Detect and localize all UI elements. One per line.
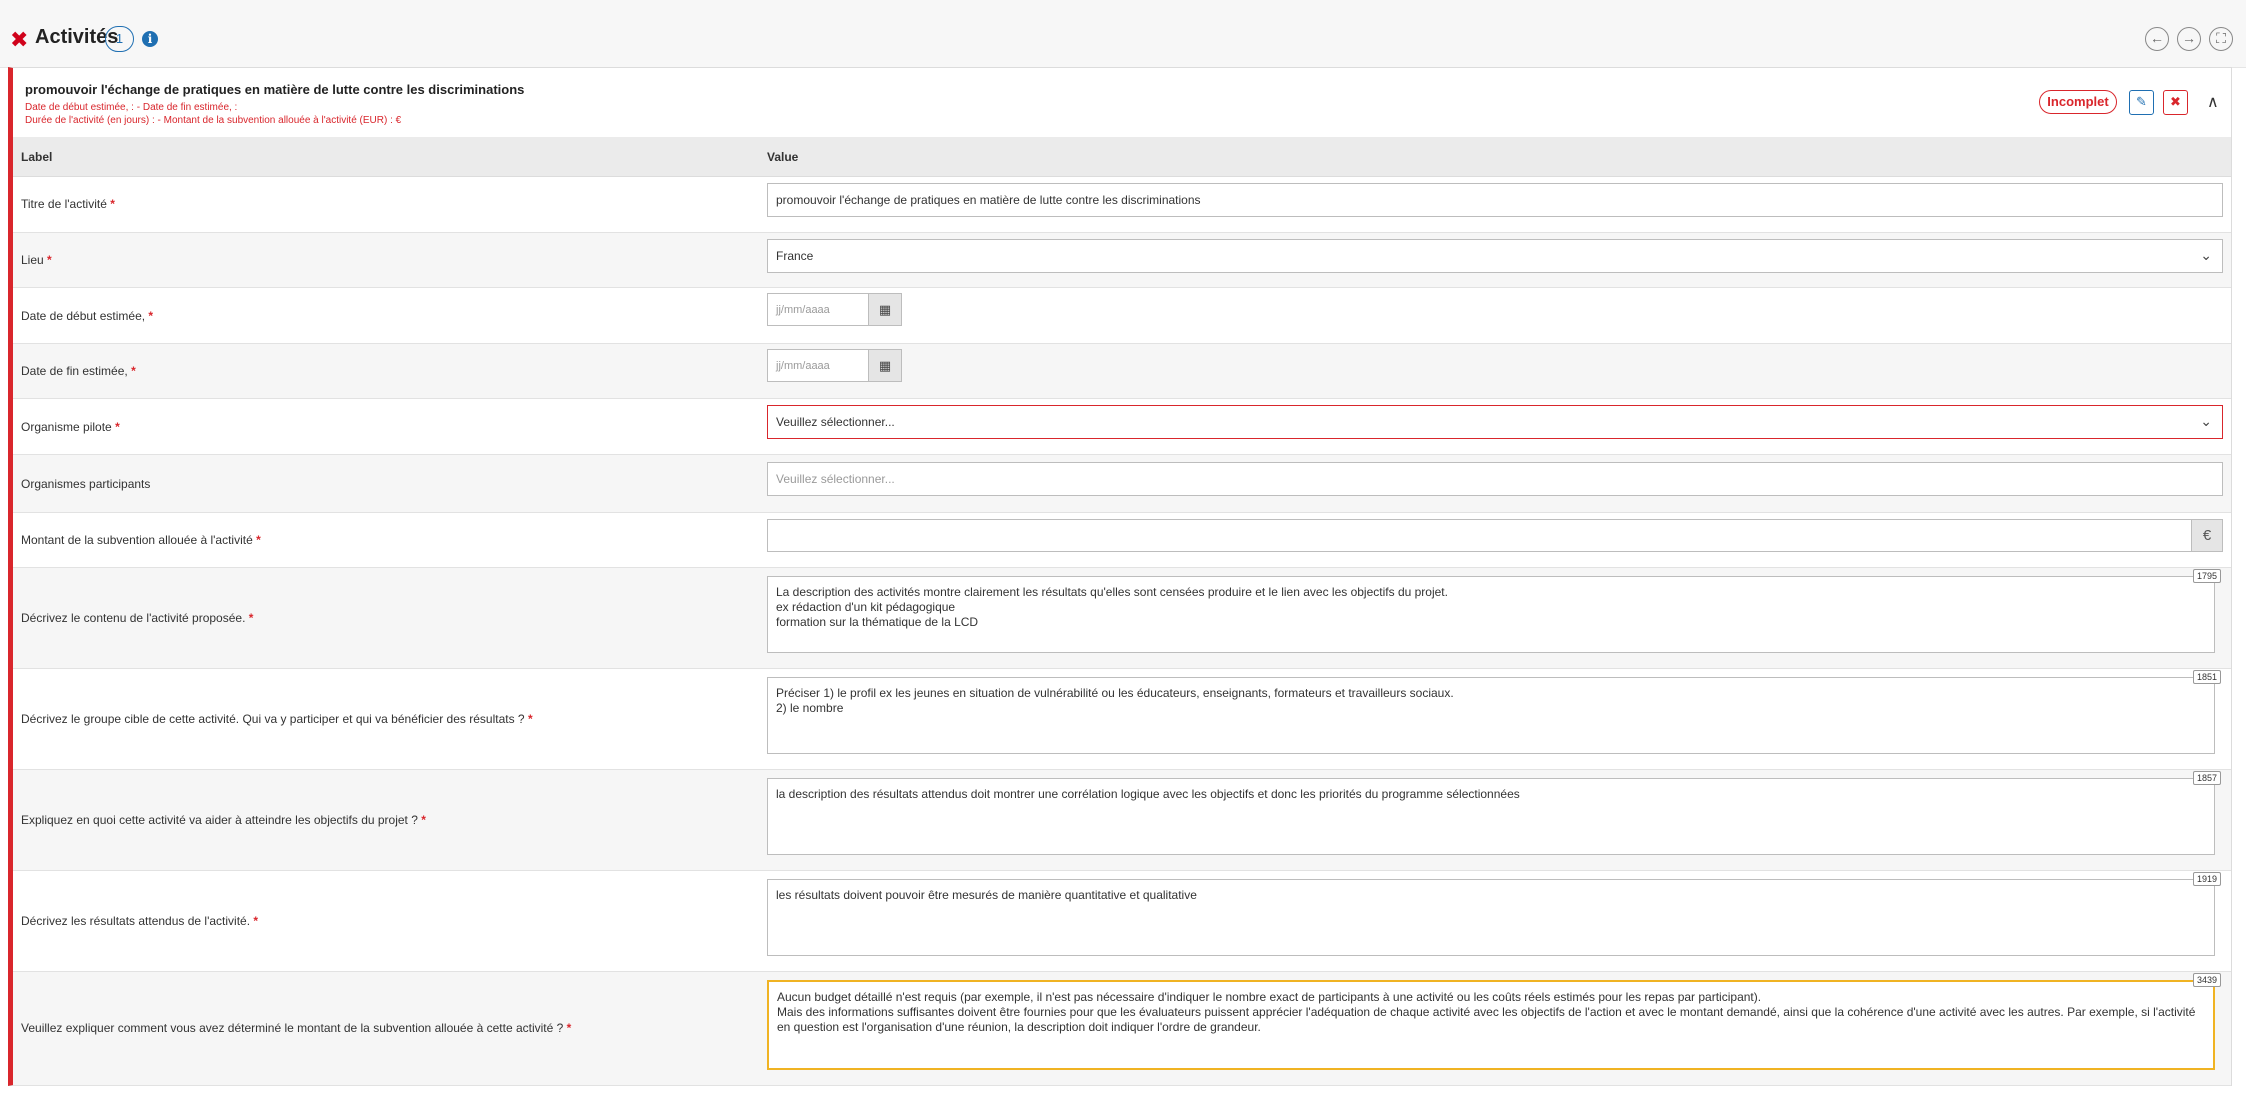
arrow-right-icon[interactable]: →	[2177, 27, 2201, 51]
table-row: Décrivez les résultats attendus de l'act…	[13, 871, 2231, 972]
field-label: Veuillez expliquer comment vous avez dét…	[21, 1021, 572, 1035]
table-row: Expliquez en quoi cette activité va aide…	[13, 770, 2231, 871]
table-row: Veuillez expliquer comment vous avez dét…	[13, 972, 2231, 1086]
end-date-input[interactable]: jj/mm/aaaa ▦	[767, 349, 902, 382]
activity-title-input[interactable]: promouvoir l'échange de pratiques en mat…	[767, 183, 2223, 217]
character-counter: 1795	[2192, 569, 2221, 583]
field-label: Date de fin estimée, *	[21, 364, 136, 378]
table-row: Titre de l'activité * promouvoir l'échan…	[13, 177, 2231, 233]
field-label: Organismes participants	[21, 477, 151, 491]
character-counter: 1919	[2192, 872, 2221, 886]
table-row: Lieu * France ⌄	[13, 233, 2231, 288]
column-header-label: Label	[21, 150, 53, 164]
table-row: Organisme pilote * Veuillez sélectionner…	[13, 399, 2231, 455]
activity-summary-dates: Date de début estimée, : - Date de fin e…	[25, 102, 238, 113]
table-row: Décrivez le groupe cible de cette activi…	[13, 669, 2231, 770]
field-label: Organisme pilote *	[21, 420, 120, 434]
table-row: Organismes participants Veuillez sélecti…	[13, 455, 2231, 513]
close-icon[interactable]: ✖	[10, 29, 28, 51]
field-label: Lieu *	[21, 253, 52, 267]
edit-button[interactable]: ✎	[2129, 90, 2154, 115]
activity-card-header: promouvoir l'échange de pratiques en mat…	[13, 68, 2231, 137]
activity-content-textarea[interactable]: La description des activités montre clai…	[767, 576, 2215, 653]
expected-results-textarea[interactable]: les résultats doivent pouvoir être mesur…	[767, 879, 2215, 956]
grant-amount-input[interactable]: €	[767, 519, 2223, 552]
location-select[interactable]: France ⌄	[767, 239, 2223, 273]
field-label: Montant de la subvention allouée à l'act…	[21, 533, 261, 547]
character-counter: 1851	[2192, 670, 2221, 684]
euro-icon: €	[2191, 520, 2222, 551]
table-row: Montant de la subvention allouée à l'act…	[13, 513, 2231, 568]
table-row: Décrivez le contenu de l'activité propos…	[13, 568, 2231, 669]
chevron-down-icon: ⌄	[2200, 413, 2212, 429]
top-bar: ✖ Activités 1 i ← → ⛶	[0, 0, 2246, 68]
activity-title: promouvoir l'échange de pratiques en mat…	[25, 82, 525, 97]
delete-button[interactable]: ✖	[2163, 90, 2188, 115]
pencil-icon: ✎	[2136, 94, 2147, 109]
chevron-up-icon[interactable]: ∧	[2207, 92, 2219, 112]
start-date-input[interactable]: jj/mm/aaaa ▦	[767, 293, 902, 326]
calendar-icon[interactable]: ▦	[868, 350, 901, 381]
table-row: Date de début estimée, * jj/mm/aaaa ▦	[13, 288, 2231, 344]
character-counter: 1857	[2192, 771, 2221, 785]
count-badge: 1	[105, 26, 134, 52]
chevron-down-icon: ⌄	[2200, 247, 2212, 263]
field-label: Titre de l'activité *	[21, 197, 115, 211]
column-header-value: Value	[767, 150, 799, 164]
field-label: Date de début estimée, *	[21, 309, 154, 323]
info-icon[interactable]: i	[142, 31, 158, 47]
close-icon: ✖	[2170, 94, 2181, 109]
arrow-left-icon[interactable]: ←	[2145, 27, 2169, 51]
field-label: Décrivez le groupe cible de cette activi…	[21, 712, 533, 726]
objectives-textarea[interactable]: la description des résultats attendus do…	[767, 778, 2215, 855]
field-label: Décrivez le contenu de l'activité propos…	[21, 611, 254, 625]
fullscreen-icon[interactable]: ⛶	[2209, 27, 2233, 51]
field-label: Expliquez en quoi cette activité va aide…	[21, 813, 426, 827]
participating-organisations-select[interactable]: Veuillez sélectionner...	[767, 462, 2223, 496]
target-group-textarea[interactable]: Préciser 1) le profil ex les jeunes en s…	[767, 677, 2215, 754]
field-label: Décrivez les résultats attendus de l'act…	[21, 914, 259, 928]
calendar-icon[interactable]: ▦	[868, 294, 901, 325]
grant-justification-textarea[interactable]: Aucun budget détaillé n'est requis (par …	[767, 980, 2215, 1070]
status-badge: Incomplet	[2039, 90, 2117, 114]
table-header: Label Value	[13, 137, 2231, 177]
character-counter: 3439	[2192, 973, 2221, 987]
table-row: Date de fin estimée, * jj/mm/aaaa ▦	[13, 344, 2231, 399]
activity-summary-amount: Durée de l'activité (en jours) : - Monta…	[25, 115, 402, 126]
lead-organisation-select[interactable]: Veuillez sélectionner... ⌄	[767, 405, 2223, 439]
activity-card: promouvoir l'échange de pratiques en mat…	[8, 67, 2232, 1086]
